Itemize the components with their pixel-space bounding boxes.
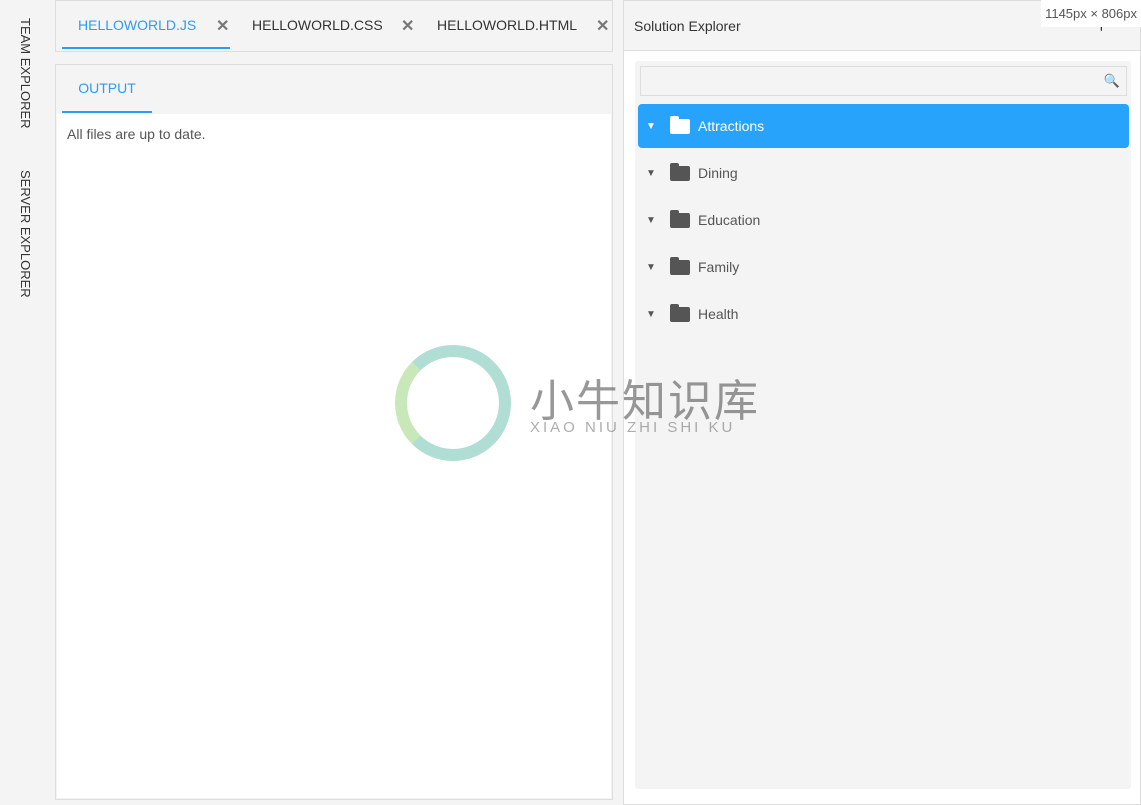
sidebar: TEAM EXPLORER SERVER EXPLORER: [0, 0, 52, 805]
dimensions-overlay: 1145px × 806px: [1041, 0, 1141, 27]
folder-icon: [670, 303, 690, 322]
tree-item-education[interactable]: ▼ Education: [638, 198, 1129, 242]
chevron-down-icon[interactable]: ▼: [646, 309, 660, 320]
chevron-down-icon[interactable]: ▼: [646, 215, 660, 226]
folder-icon: [670, 256, 690, 275]
search-icon[interactable]: 🔍: [1104, 73, 1120, 89]
folder-icon: [670, 115, 690, 134]
folder-icon: [670, 162, 690, 181]
chevron-down-icon[interactable]: ▼: [646, 262, 660, 273]
tree-item-label: Family: [698, 259, 740, 275]
close-icon[interactable]: ✕: [216, 16, 229, 36]
tab-helloworld-css[interactable]: HELLOWORLD.CSS: [252, 1, 383, 49]
tab-helloworld-html[interactable]: HELLOWORLD.HTML: [437, 1, 577, 49]
output-panel: OUTPUT All files are up to date.: [55, 64, 613, 800]
close-icon[interactable]: ✕: [401, 16, 414, 36]
tree-item-label: Attractions: [698, 118, 765, 134]
tree-container: 🔍 ▼ Attractions ▼ Dining ▼ Education ▼ Famil…: [635, 61, 1131, 789]
chevron-down-icon[interactable]: ▼: [646, 168, 660, 179]
search-input[interactable]: [641, 67, 1126, 95]
editor-tabbar: HELLOWORLD.JS ✕ HELLOWORLD.CSS ✕ HELLOWO…: [55, 0, 613, 52]
sidebar-item-server-explorer[interactable]: SERVER EXPLORER: [18, 170, 33, 298]
tree-item-family[interactable]: ▼ Family: [638, 245, 1129, 289]
tree-item-health[interactable]: ▼ Health: [638, 292, 1129, 336]
tab-output[interactable]: OUTPUT: [62, 65, 152, 113]
tab-helloworld-js[interactable]: HELLOWORLD.JS: [62, 1, 230, 49]
search-box: 🔍: [640, 66, 1127, 96]
panel-title: Solution Explorer: [634, 18, 741, 34]
output-text: All files are up to date.: [57, 114, 611, 798]
tree-item-attractions[interactable]: ▼ Attractions: [638, 104, 1129, 148]
tree-item-label: Education: [698, 212, 761, 228]
sidebar-item-team-explorer[interactable]: TEAM EXPLORER: [18, 18, 33, 129]
close-icon[interactable]: ✕: [596, 16, 609, 36]
tree-item-dining[interactable]: ▼ Dining: [638, 151, 1129, 195]
tree-item-label: Dining: [698, 165, 738, 181]
tree-item-label: Health: [698, 306, 739, 322]
folder-icon: [670, 209, 690, 228]
chevron-down-icon[interactable]: ▼: [646, 121, 660, 132]
solution-explorer: Solution Explorer ⚲ ⌃ 🔍 ▼Attractions ▼Di…: [623, 0, 1141, 805]
